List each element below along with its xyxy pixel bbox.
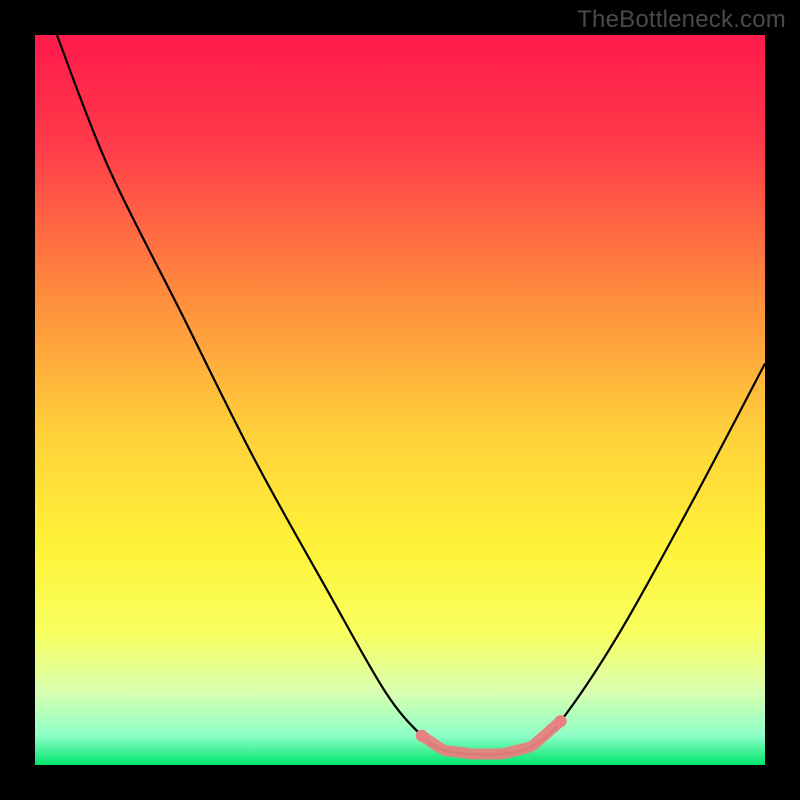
highlight-endcap xyxy=(555,715,567,727)
bottleneck-curve-chart xyxy=(0,0,800,800)
watermark-text: TheBottleneck.com xyxy=(577,6,786,34)
gradient-background xyxy=(35,35,765,765)
highlight-endcap xyxy=(416,730,428,742)
chart-frame: TheBottleneck.com xyxy=(0,0,800,800)
